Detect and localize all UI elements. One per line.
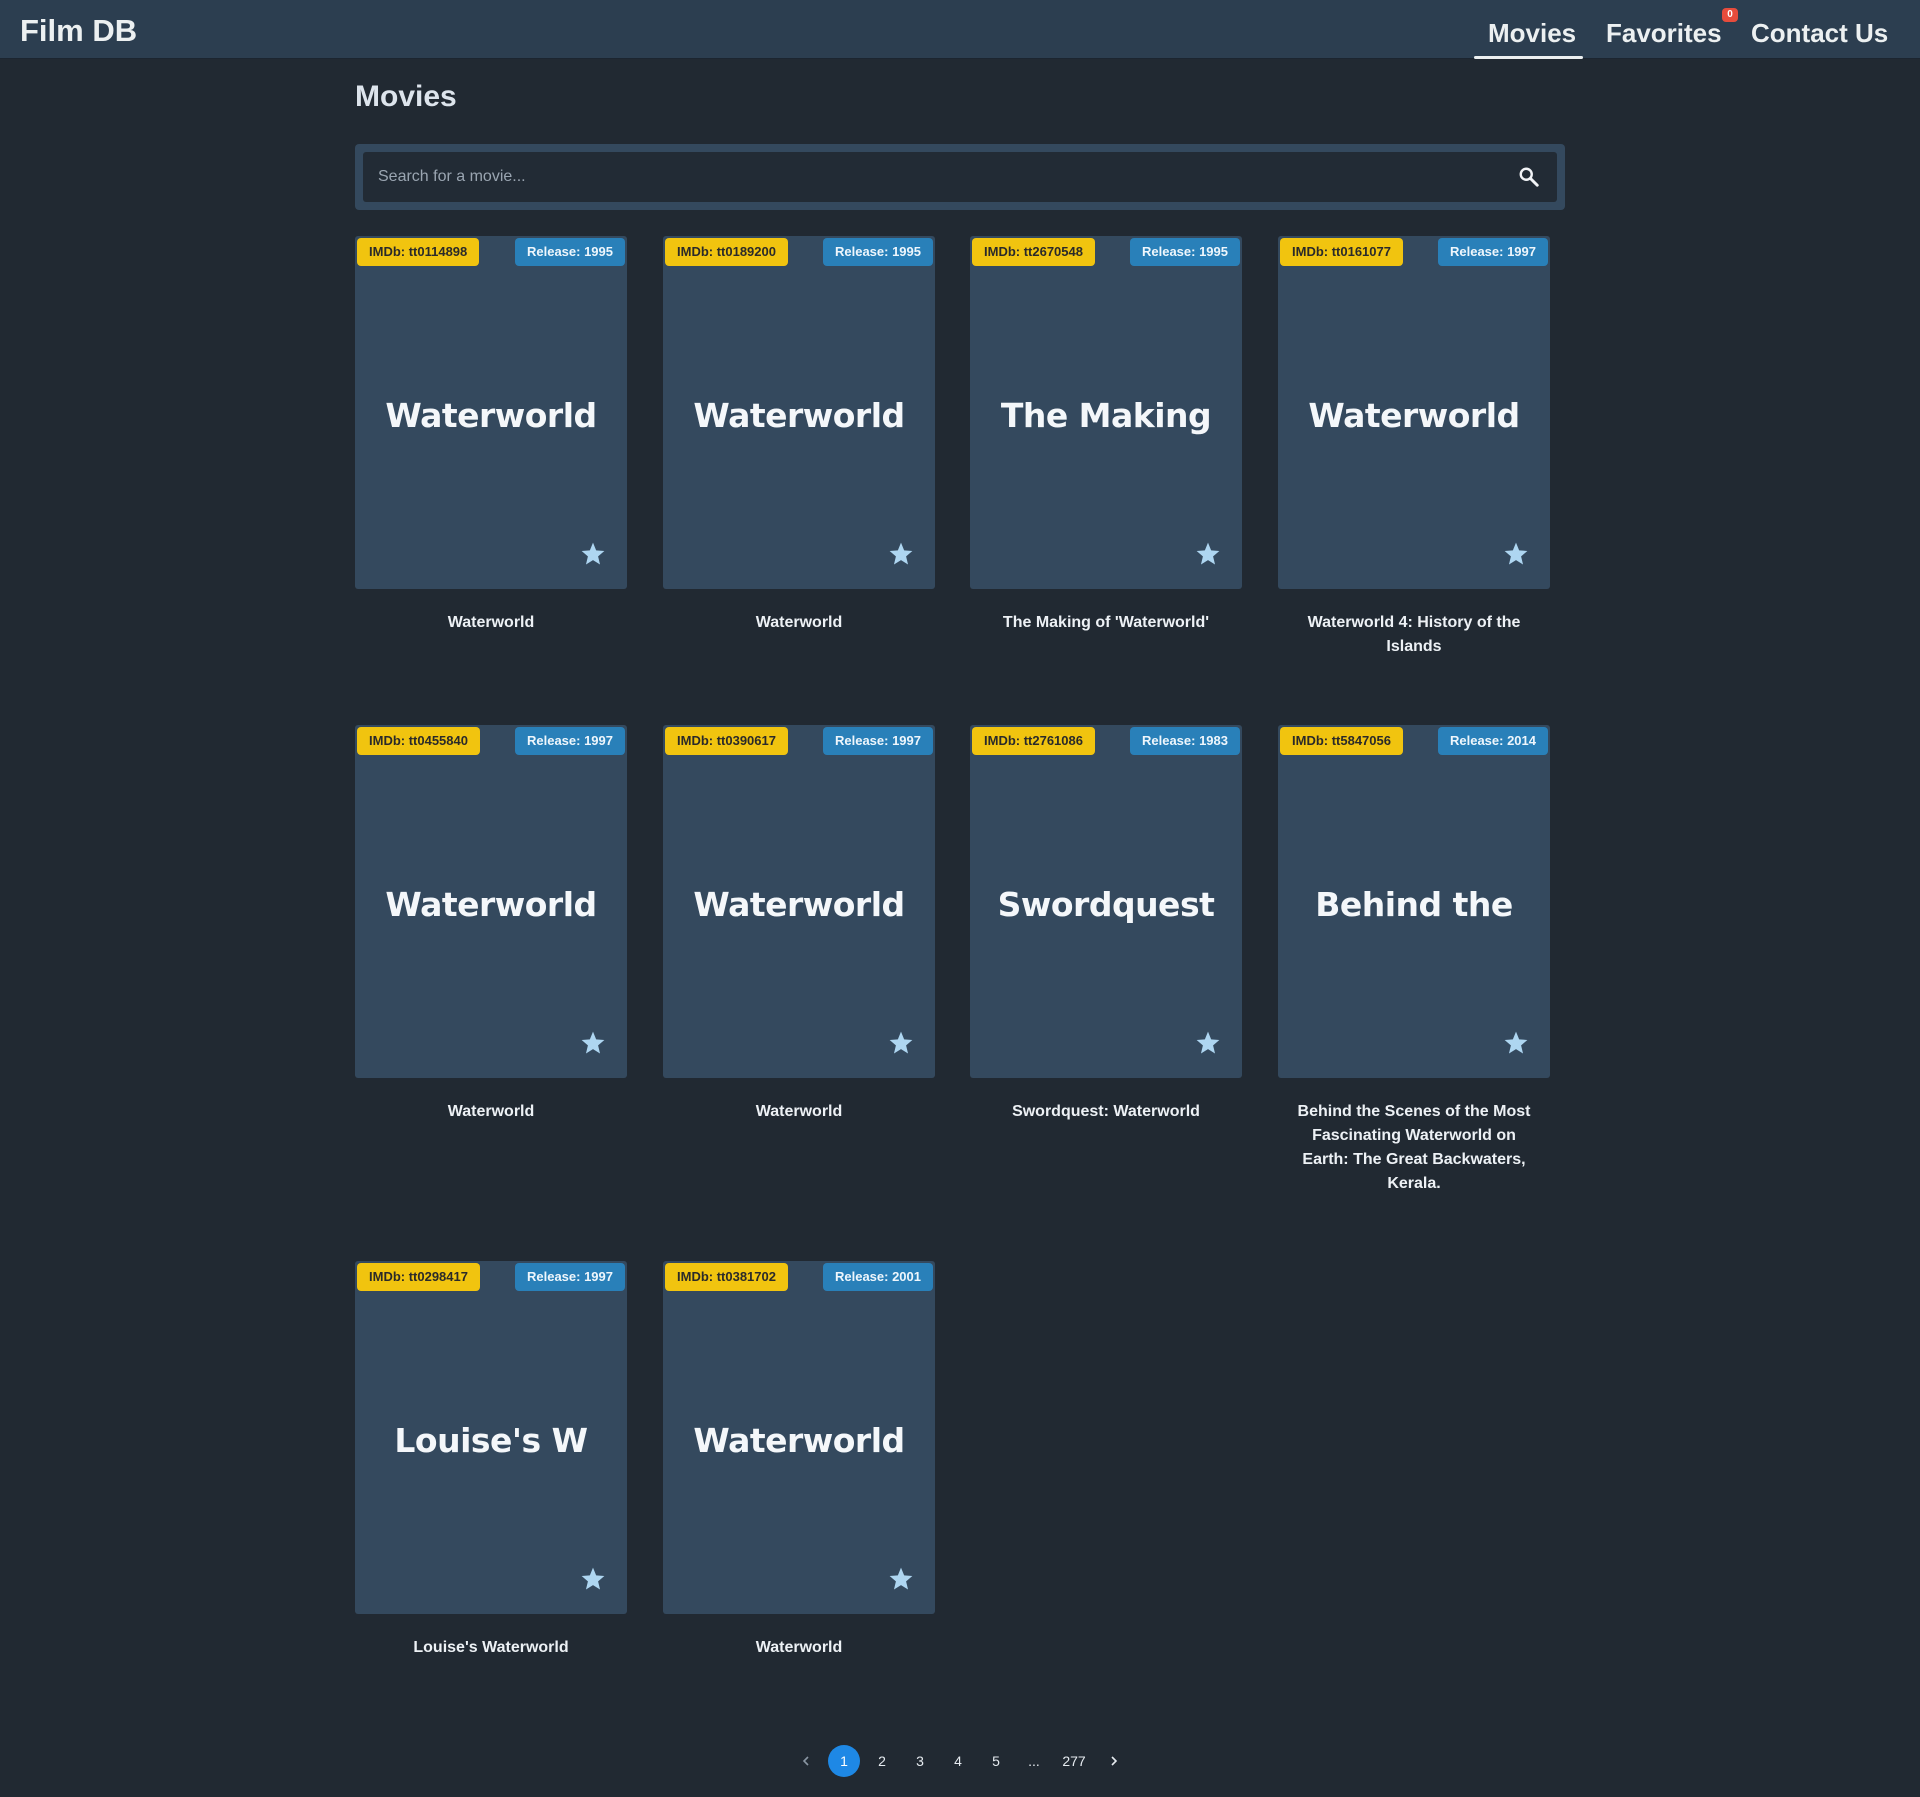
prev-page-button[interactable]: [790, 1745, 822, 1777]
movie-poster[interactable]: Waterworld: [663, 725, 935, 1078]
search-input[interactable]: [363, 152, 1557, 202]
movie-title[interactable]: Waterworld: [355, 611, 627, 635]
movie-title[interactable]: Waterworld: [355, 1100, 627, 1124]
poster-title: The Making: [1000, 396, 1212, 435]
movie-title[interactable]: Behind the Scenes of the Most Fascinatin…: [1278, 1100, 1550, 1196]
movie-poster[interactable]: Waterworld: [1278, 236, 1550, 589]
poster-title: Louise's W: [394, 1421, 588, 1460]
imdb-badge: IMDb: tt2761086: [972, 727, 1095, 755]
chevron-left-icon: [802, 1756, 809, 1766]
search-icon[interactable]: [1518, 166, 1540, 188]
release-badge: Release: 1997: [1437, 238, 1548, 266]
active-nav-indicator: [1474, 56, 1583, 59]
poster-title: Waterworld: [1308, 396, 1520, 435]
page-ellipsis: ...: [1028, 1753, 1040, 1769]
poster-title: Waterworld: [693, 885, 905, 924]
release-badge: Release: 1997: [822, 727, 933, 755]
star-icon[interactable]: [580, 1030, 606, 1056]
search-bar: [355, 144, 1565, 210]
chevron-right-icon: [1111, 1756, 1118, 1766]
movie-title[interactable]: Swordquest: Waterworld: [970, 1100, 1242, 1124]
release-badge: Release: 1995: [514, 238, 625, 266]
release-badge: Release: 1995: [822, 238, 933, 266]
release-badge: Release: 1997: [514, 1263, 625, 1291]
release-badge: Release: 1995: [1129, 238, 1240, 266]
star-icon[interactable]: [580, 1566, 606, 1592]
nav-contact-us[interactable]: Contact Us: [1751, 18, 1888, 49]
favorites-count-badge: 0: [1722, 8, 1738, 22]
star-icon[interactable]: [1503, 541, 1529, 567]
movie-poster[interactable]: The Making: [970, 236, 1242, 589]
movie-title[interactable]: Waterworld: [663, 1636, 935, 1660]
imdb-badge: IMDb: tt0161077: [1280, 238, 1403, 266]
star-icon[interactable]: [888, 1566, 914, 1592]
poster-title: Waterworld: [693, 396, 905, 435]
imdb-badge: IMDb: tt0390617: [665, 727, 788, 755]
movie-title[interactable]: Waterworld: [663, 611, 935, 635]
page-title: Movies: [355, 80, 457, 113]
movie-title[interactable]: Louise's Waterworld: [355, 1636, 627, 1660]
movie-poster[interactable]: Louise's W: [355, 1261, 627, 1614]
imdb-badge: IMDb: tt0298417: [357, 1263, 480, 1291]
page-3[interactable]: 3: [904, 1745, 936, 1777]
next-page-button[interactable]: [1098, 1745, 1130, 1777]
imdb-badge: IMDb: tt2670548: [972, 238, 1095, 266]
imdb-badge: IMDb: tt5847056: [1280, 727, 1403, 755]
movie-title[interactable]: Waterworld: [663, 1100, 935, 1124]
star-icon[interactable]: [888, 1030, 914, 1056]
imdb-badge: IMDb: tt0455840: [357, 727, 480, 755]
star-icon[interactable]: [1503, 1030, 1529, 1056]
star-icon[interactable]: [580, 541, 606, 567]
movie-poster[interactable]: Waterworld: [663, 1261, 935, 1614]
release-badge: Release: 1983: [1129, 727, 1240, 755]
poster-title: Waterworld: [693, 1421, 905, 1460]
imdb-badge: IMDb: tt0189200: [665, 238, 788, 266]
release-badge: Release: 2014: [1437, 727, 1548, 755]
imdb-badge: IMDb: tt0381702: [665, 1263, 788, 1291]
imdb-badge: IMDb: tt0114898: [357, 238, 480, 266]
poster-title: Behind the: [1315, 885, 1513, 924]
page-277[interactable]: 277: [1057, 1745, 1091, 1777]
star-icon[interactable]: [1195, 541, 1221, 567]
star-icon[interactable]: [1195, 1030, 1221, 1056]
pagination: 1 2 3 4 5 ... 277: [0, 1745, 1920, 1777]
release-badge: Release: 2001: [822, 1263, 933, 1291]
top-navbar: Film DB Movies Favorites 0 Contact Us: [0, 0, 1920, 59]
movie-title[interactable]: Waterworld 4: History of the Islands: [1278, 611, 1550, 659]
poster-title: Swordquest: [997, 885, 1215, 924]
page-4[interactable]: 4: [942, 1745, 974, 1777]
movie-poster[interactable]: Behind the: [1278, 725, 1550, 1078]
poster-title: Waterworld: [385, 885, 597, 924]
page-5[interactable]: 5: [980, 1745, 1012, 1777]
nav-favorites[interactable]: Favorites: [1606, 18, 1722, 49]
page-1[interactable]: 1: [828, 1745, 860, 1777]
movie-poster[interactable]: Waterworld: [355, 725, 627, 1078]
movie-poster[interactable]: Waterworld: [355, 236, 627, 589]
poster-title: Waterworld: [385, 396, 597, 435]
page-2[interactable]: 2: [866, 1745, 898, 1777]
movie-poster[interactable]: Swordquest: [970, 725, 1242, 1078]
brand-logo[interactable]: Film DB: [20, 13, 137, 49]
release-badge: Release: 1997: [514, 727, 625, 755]
movie-poster[interactable]: Waterworld: [663, 236, 935, 589]
nav-movies[interactable]: Movies: [1488, 18, 1576, 49]
star-icon[interactable]: [888, 541, 914, 567]
movie-title[interactable]: The Making of 'Waterworld': [970, 611, 1242, 635]
